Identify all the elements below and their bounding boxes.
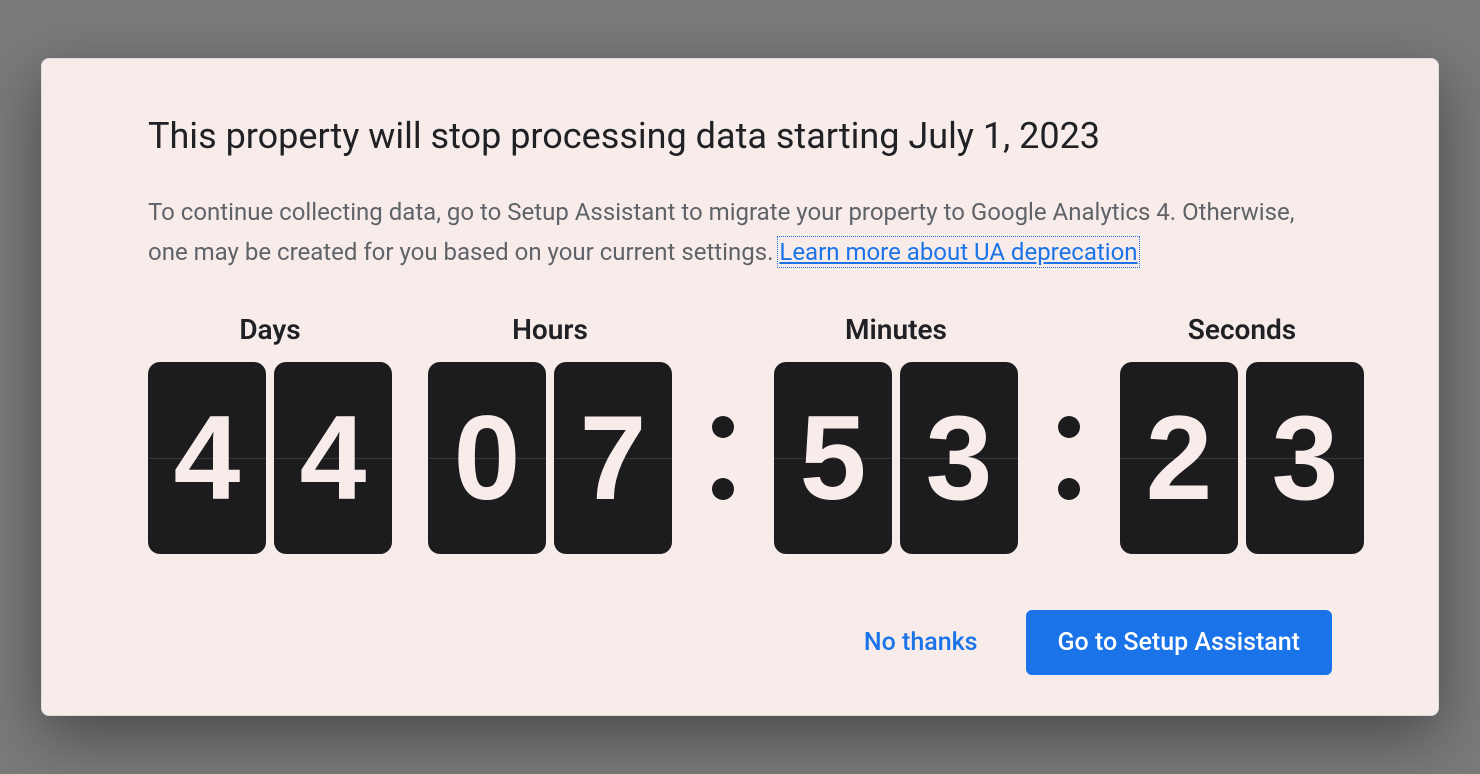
hours-label: Hours [512, 313, 588, 346]
hours-digit-1: 0 [428, 362, 546, 554]
seconds-digit-1: 2 [1120, 362, 1238, 554]
minutes-digit-2: 3 [900, 362, 1018, 554]
minutes-label: Minutes [845, 313, 947, 346]
days-label: Days [239, 313, 300, 346]
dialog-actions: No thanks Go to Setup Assistant [106, 610, 1374, 675]
dialog-description: To continue collecting data, go to Setup… [106, 193, 1374, 272]
countdown-timer: Days 4 4 Hours 0 7 Minutes 5 3 [106, 313, 1374, 554]
learn-more-link[interactable]: Learn more about UA deprecation [779, 238, 1137, 266]
hours-digit-2: 7 [554, 362, 672, 554]
dialog-title: This property will stop processing data … [106, 115, 1374, 157]
countdown-hours: Hours 0 7 [428, 313, 672, 554]
setup-assistant-button[interactable]: Go to Setup Assistant [1026, 610, 1332, 675]
countdown-days: Days 4 4 [148, 313, 392, 554]
colon-separator [1054, 362, 1084, 554]
countdown-minutes: Minutes 5 3 [774, 313, 1018, 554]
no-thanks-button[interactable]: No thanks [844, 616, 998, 669]
seconds-digit-2: 3 [1246, 362, 1364, 554]
seconds-label: Seconds [1188, 313, 1296, 346]
deprecation-dialog: This property will stop processing data … [41, 58, 1439, 715]
minutes-digit-1: 5 [774, 362, 892, 554]
days-digit-1: 4 [148, 362, 266, 554]
days-digit-2: 4 [274, 362, 392, 554]
colon-separator [708, 362, 738, 554]
countdown-seconds: Seconds 2 3 [1120, 313, 1364, 554]
